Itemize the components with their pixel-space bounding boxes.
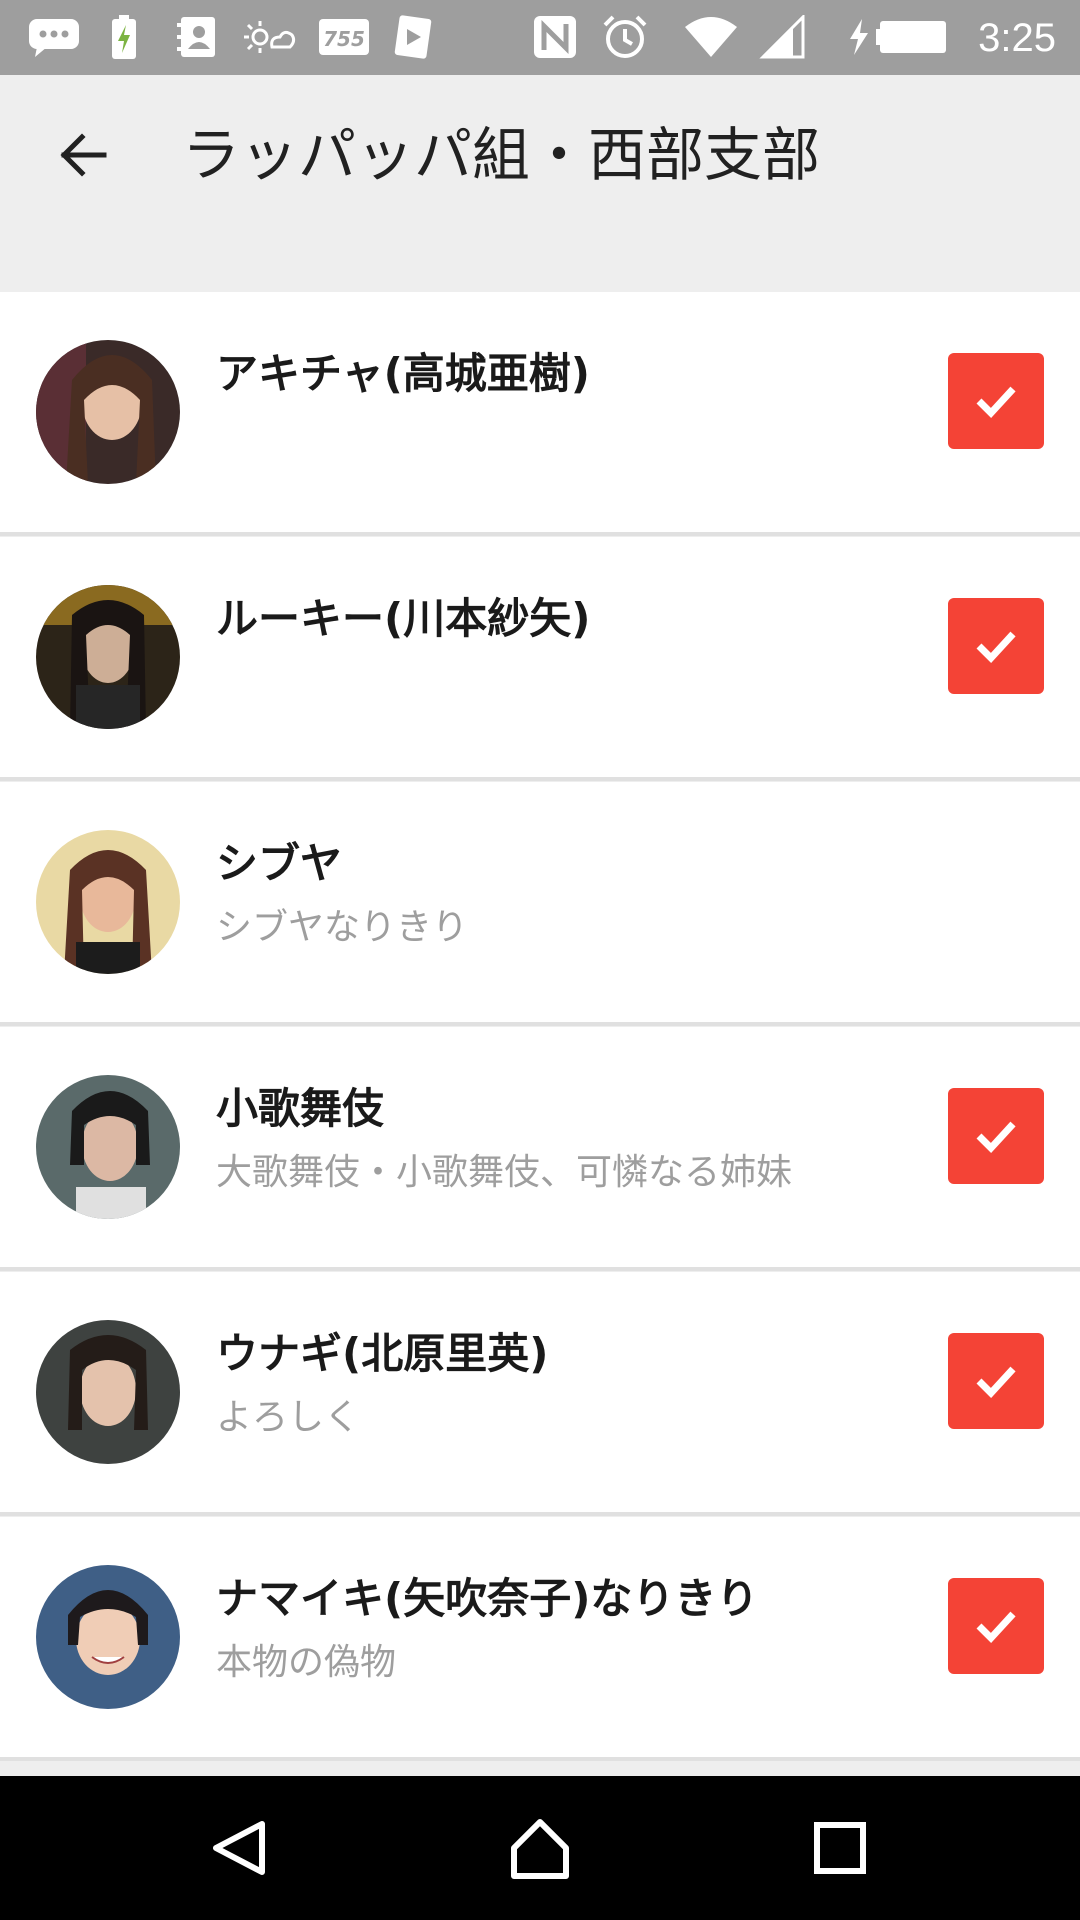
nav-back-button[interactable] [190, 1798, 290, 1898]
arrow-back-icon [60, 133, 107, 177]
member-name: シブヤ [216, 839, 343, 888]
member-name: ウナギ(北原里英) [216, 1329, 549, 1378]
nfc-icon [530, 11, 580, 63]
member-status: 本物の偽物 [216, 1642, 397, 1683]
member-row[interactable]: ルーキー(川本紗矢) [0, 537, 1080, 781]
avatar [36, 830, 180, 974]
member-checkbox[interactable] [948, 1088, 1044, 1184]
svg-text:755: 755 [323, 27, 365, 51]
status-time: 3:25 [978, 16, 1056, 60]
back-button[interactable] [46, 119, 118, 191]
member-status: シブヤなりきり [216, 907, 469, 948]
member-list[interactable]: アキチャ(高城亜樹) ルーキー(川本紗矢) シブヤ シブヤなりきり 小歌舞伎 大… [0, 292, 1080, 1776]
check-icon [976, 1611, 1016, 1644]
signal-icon [758, 11, 808, 63]
contacts-icon [174, 11, 220, 63]
app-bar: ラッパッパ組・西部支部 [0, 75, 1080, 231]
member-checkbox[interactable] [948, 598, 1044, 694]
nav-home-icon [511, 1819, 569, 1879]
weather-icon [244, 11, 296, 63]
member-name: 小歌舞伎 [216, 1084, 385, 1133]
alarm-icon [600, 11, 650, 63]
member-row[interactable]: 小歌舞伎 大歌舞伎・小歌舞伎、可憐なる姉妹 [0, 1027, 1080, 1271]
status-bar: 755 3:25 [0, 0, 1080, 75]
nav-home-button[interactable] [490, 1798, 590, 1898]
message-icon [26, 11, 82, 63]
check-icon [976, 1366, 1016, 1399]
member-row[interactable]: ウナギ(北原里英) よろしく [0, 1272, 1080, 1516]
member-row[interactable]: シブヤ シブヤなりきり [0, 782, 1080, 1026]
member-name: ルーキー(川本紗矢) [216, 594, 591, 643]
nav-recents-icon [814, 1822, 866, 1874]
avatar [36, 1320, 180, 1464]
wifi-icon [682, 11, 740, 63]
avatar [36, 1565, 180, 1709]
member-row[interactable]: アキチャ(高城亜樹) [0, 292, 1080, 536]
member-name: アキチャ(高城亜樹) [216, 349, 590, 398]
member-checkbox[interactable] [948, 353, 1044, 449]
page-title: ラッパッパ組・西部支部 [182, 121, 821, 189]
member-name: ナマイキ(矢吹奈子)なりきり [216, 1574, 759, 1623]
app-755-icon: 755 [316, 11, 372, 63]
member-checkbox[interactable] [948, 1578, 1044, 1674]
navigation-bar [0, 1776, 1080, 1920]
avatar [36, 1075, 180, 1219]
member-checkbox[interactable] [948, 1333, 1044, 1429]
check-icon [976, 1121, 1016, 1154]
nav-recents-button[interactable] [790, 1798, 890, 1898]
battery-charging-icon [846, 11, 950, 63]
check-icon [976, 631, 1016, 664]
member-status: 大歌舞伎・小歌舞伎、可憐なる姉妹 [216, 1152, 793, 1193]
check-icon [976, 386, 1016, 419]
card-icon [392, 11, 434, 63]
nav-back-icon [213, 1821, 265, 1875]
avatar [36, 585, 180, 729]
member-status: よろしく [216, 1397, 361, 1438]
member-row[interactable]: ナマイキ(矢吹奈子)なりきり 本物の偽物 [0, 1517, 1080, 1761]
battery-saver-icon [108, 11, 140, 63]
avatar [36, 340, 180, 484]
